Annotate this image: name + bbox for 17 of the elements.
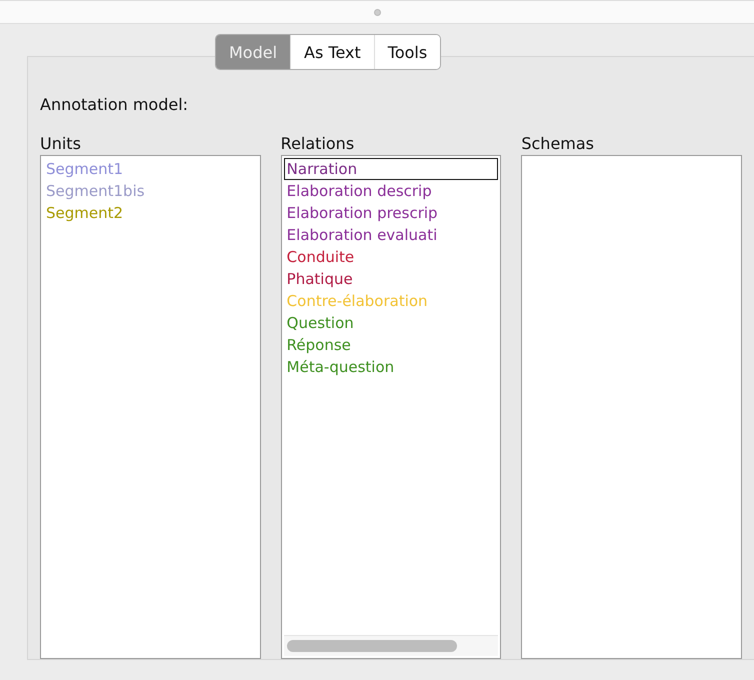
list-item[interactable]: Réponse <box>284 334 498 356</box>
column-title: Schemas <box>521 134 596 153</box>
list-item[interactable]: Elaboration prescrip <box>284 202 498 224</box>
list-item[interactable]: Méta-question <box>284 356 498 378</box>
list-item[interactable]: Segment1 <box>43 158 258 180</box>
list-item[interactable]: Question <box>284 312 498 334</box>
list-item[interactable]: Narration <box>284 158 498 180</box>
scrollbar-thumb[interactable] <box>286 640 457 652</box>
list-item[interactable]: Elaboration descrip <box>284 180 498 202</box>
resize-grip-icon <box>374 8 380 16</box>
column-title: Units <box>40 134 82 153</box>
tab[interactable]: Tools <box>374 35 440 69</box>
list-item[interactable]: Conduite <box>284 246 498 268</box>
section-heading: Annotation model: <box>40 95 190 114</box>
column-title: Relations <box>280 134 356 153</box>
list-item[interactable]: Phatique <box>284 268 498 290</box>
list-item[interactable]: Elaboration evaluati <box>284 224 498 246</box>
